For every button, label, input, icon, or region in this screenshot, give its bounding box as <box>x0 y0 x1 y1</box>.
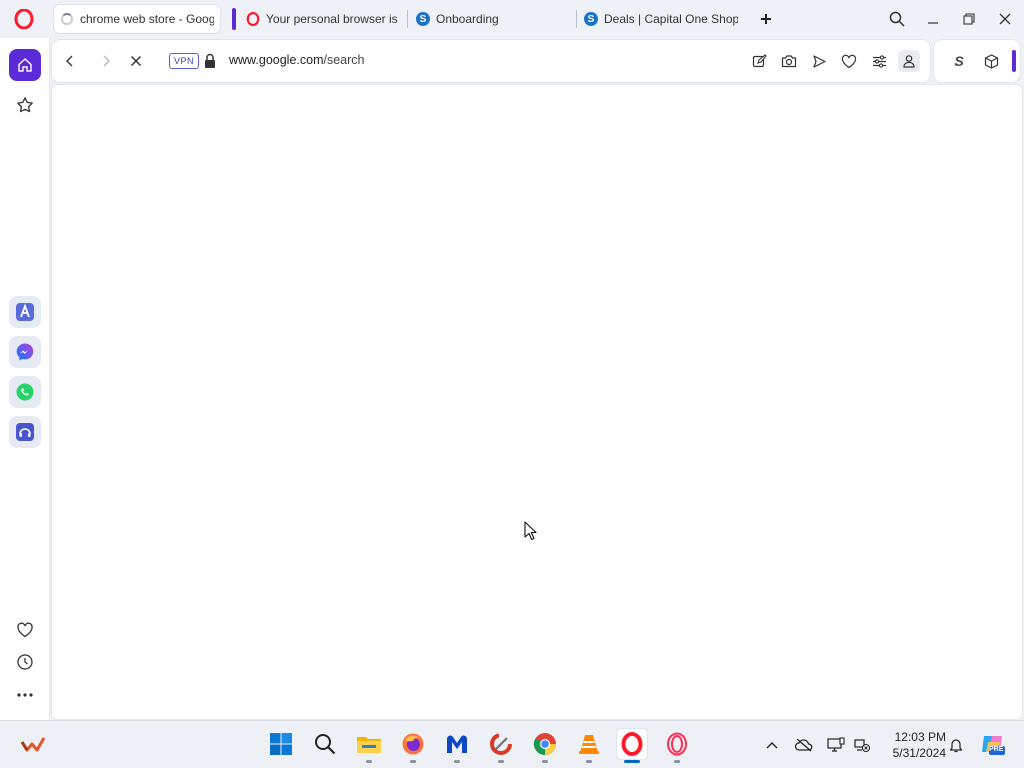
notification-bell-icon[interactable] <box>946 735 966 755</box>
history-clock-icon[interactable] <box>9 646 41 678</box>
camera-snapshot-icon[interactable] <box>778 50 800 72</box>
tab-title: chrome web store - Google Search <box>80 12 214 26</box>
pinboards-star-icon[interactable] <box>9 89 41 121</box>
messenger-icon[interactable] <box>9 336 41 368</box>
send-flow-icon[interactable] <box>808 50 830 72</box>
chrome-icon[interactable] <box>530 729 560 759</box>
vpn-badge[interactable]: VPN <box>169 53 200 69</box>
network-disconnected-icon[interactable] <box>852 735 872 755</box>
restore-icon[interactable] <box>956 6 982 32</box>
close-icon[interactable] <box>992 6 1018 32</box>
tab-separator <box>407 10 408 28</box>
bookmark-heart-icon[interactable] <box>838 50 860 72</box>
home-icon[interactable] <box>9 49 41 81</box>
tab-capital-one-deals[interactable]: S Deals | Capital One Shopping <box>578 5 744 33</box>
windows-start-icon[interactable] <box>266 729 296 759</box>
show-hidden-icons-chevron-icon[interactable] <box>762 735 782 755</box>
url-field[interactable]: www.google.com/search <box>229 53 365 67</box>
web-content-area[interactable] <box>52 85 1022 719</box>
copilot-pre-badge: PRE <box>989 746 1004 753</box>
tab-strip: chrome web store - Google Search Your pe… <box>0 0 1024 38</box>
minimize-icon[interactable] <box>920 6 946 32</box>
ccleaner-icon[interactable] <box>486 729 516 759</box>
widgets-icon[interactable] <box>18 729 48 759</box>
tab-title: Deals | Capital One Shopping <box>604 12 738 26</box>
tab-onboarding[interactable]: S Onboarding <box>410 5 574 33</box>
capital-one-shopping-icon: S <box>584 12 598 26</box>
aria-icon[interactable] <box>9 296 41 328</box>
sidebar <box>0 38 50 720</box>
clock-time: 12:03 PM <box>894 730 946 744</box>
url-path: /search <box>323 53 365 67</box>
windows-taskbar: 12:03 PM 5/31/2024 PRE <box>0 720 1024 768</box>
copilot-preview-icon[interactable]: PRE <box>978 731 1008 757</box>
forward-icon[interactable] <box>95 50 117 72</box>
system-clock[interactable]: 12:03 PM 5/31/2024 <box>880 729 946 761</box>
display-settings-icon[interactable] <box>826 735 846 755</box>
opera-gx-icon[interactable] <box>662 729 692 759</box>
file-explorer-icon[interactable] <box>354 729 384 759</box>
mouse-cursor-icon <box>524 521 538 546</box>
sidebar-accent-indicator <box>1012 50 1016 72</box>
tab-group-indicator <box>232 8 236 30</box>
opera-icon <box>246 12 260 26</box>
extensions-cube-icon[interactable] <box>980 50 1002 72</box>
malwarebytes-icon[interactable] <box>442 729 472 759</box>
tab-personal-browser[interactable]: Your personal browser is awesome <box>240 5 405 33</box>
extensions-panel: S <box>934 40 1020 82</box>
stop-loading-icon[interactable] <box>125 50 147 72</box>
url-host: www.google.com <box>229 53 324 67</box>
tab-title: Your personal browser is awesome <box>266 12 399 26</box>
vlc-icon[interactable] <box>574 729 604 759</box>
tab-separator <box>576 10 577 28</box>
lock-icon[interactable] <box>204 53 216 69</box>
profile-icon[interactable] <box>898 50 920 72</box>
back-icon[interactable] <box>59 50 81 72</box>
onedrive-offline-icon[interactable] <box>794 735 814 755</box>
loading-spinner-icon <box>60 12 74 26</box>
tab-chrome-web-store[interactable]: chrome web store - Google Search <box>54 5 220 33</box>
easy-setup-icon[interactable] <box>868 50 890 72</box>
music-player-icon[interactable] <box>9 416 41 448</box>
whatsapp-icon[interactable] <box>9 376 41 408</box>
clock-date: 5/31/2024 <box>892 746 946 760</box>
new-tab-button[interactable] <box>756 9 776 29</box>
opera-taskbar-icon[interactable] <box>617 729 647 759</box>
more-options-icon[interactable] <box>9 679 41 711</box>
firefox-icon[interactable] <box>398 729 428 759</box>
capital-one-shopping-icon: S <box>416 12 430 26</box>
search-icon[interactable] <box>310 729 340 759</box>
capital-one-shopping-extension-icon[interactable]: S <box>948 50 970 72</box>
tab-search-icon[interactable] <box>884 6 910 32</box>
opera-menu-icon[interactable] <box>12 7 36 31</box>
address-toolbar: VPN www.google.com/search <box>52 40 930 82</box>
edit-page-icon[interactable] <box>748 50 770 72</box>
heart-icon[interactable] <box>9 614 41 646</box>
tab-title: Onboarding <box>436 12 499 26</box>
